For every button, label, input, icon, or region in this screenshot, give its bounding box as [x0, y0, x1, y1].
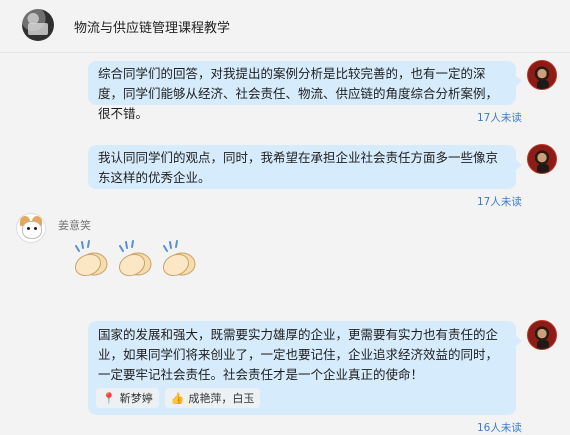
pin-icon: 📍	[102, 391, 116, 405]
avatar[interactable]	[527, 144, 557, 174]
clapping-hands-icon	[162, 240, 196, 277]
message-text: 综合同学们的回答，对我提出的案例分析是比较完善的，也有一定的深度，同学们能够从经…	[98, 66, 499, 121]
chat-title: 物流与供应链管理课程教学	[74, 21, 231, 36]
clapping-hands-icon	[74, 240, 108, 277]
avatar[interactable]	[16, 213, 46, 243]
avatar[interactable]	[527, 320, 557, 350]
message-bubble[interactable]: 综合同学们的回答，对我提出的案例分析是比较完善的，也有一定的深度，同学们能够从经…	[88, 61, 522, 121]
sender-name: 姜意笑	[58, 219, 91, 232]
reaction-users: 靳梦婷	[119, 392, 153, 405]
message-text: 国家的发展和强大，既需要实力雄厚的企业，更需要有实力也有责任的企业，如果同学们将…	[98, 327, 499, 382]
unread-count[interactable]: 17人未读	[477, 110, 522, 125]
reaction-bar: 📍 靳梦婷 👍 成艳萍，白玉	[96, 388, 261, 408]
reaction-users: 成艳萍，白玉	[188, 392, 255, 405]
emoji-message[interactable]	[70, 238, 198, 282]
chat-header: 物流与供应链管理课程教学	[0, 0, 570, 52]
message-text: 我认同同学们的观点，同时，我希望在承担企业社会责任方面多一些像京东这样的优秀企业…	[98, 150, 499, 185]
thumbs-up-icon: 👍	[170, 391, 185, 405]
group-avatar[interactable]	[22, 9, 54, 41]
header-divider	[0, 52, 570, 53]
reaction-chip[interactable]: 👍 成艳萍，白玉	[164, 388, 261, 408]
message-bubble[interactable]: 我认同同学们的观点，同时，我希望在承担企业社会责任方面多一些像京东这样的优秀企业…	[88, 145, 522, 189]
unread-count[interactable]: 17人未读	[477, 194, 522, 209]
avatar[interactable]	[527, 60, 557, 90]
reaction-chip[interactable]: 📍 靳梦婷	[96, 388, 159, 408]
clapping-hands-icon	[118, 240, 152, 277]
